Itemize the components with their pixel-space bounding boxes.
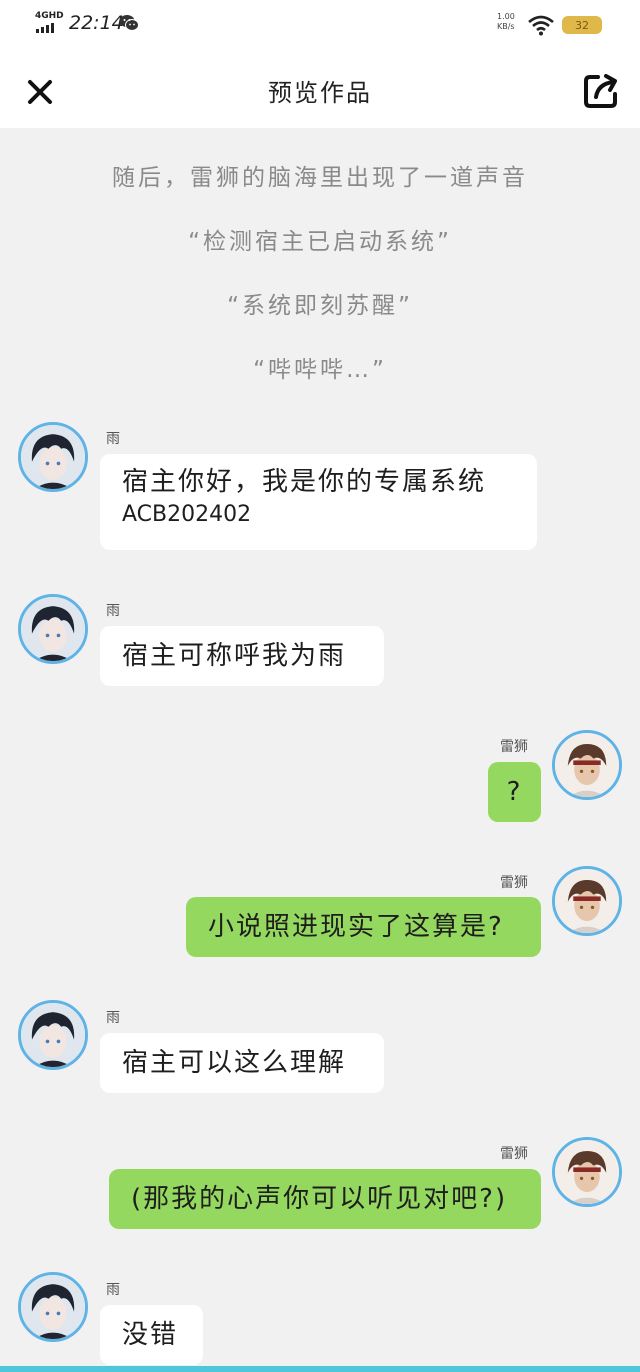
- message-bubble[interactable]: 宿主可以这么理解: [100, 1033, 384, 1093]
- narration-line: “系统即刻苏醒”: [227, 293, 413, 319]
- message-text: 宿主可以这么理解: [122, 1048, 347, 1078]
- sender-name: 雨: [106, 1282, 120, 1298]
- message-text: ?: [506, 777, 523, 807]
- message-bubble[interactable]: 宿主你好，我是你的专属系统 ACB202402: [100, 454, 537, 550]
- message-text: 没错: [122, 1320, 179, 1350]
- avatar-yu[interactable]: [18, 422, 88, 492]
- character-portrait: [555, 869, 619, 933]
- avatar-leishi[interactable]: [552, 866, 622, 936]
- message-text: (那我的心声你可以听见对吧?): [131, 1184, 508, 1214]
- bottom-toolbar-edge: [0, 1366, 640, 1372]
- sender-name: 雷狮: [500, 739, 528, 755]
- message-bubble[interactable]: 小说照进现实了这算是?: [186, 897, 541, 957]
- avatar-yu[interactable]: [18, 1272, 88, 1342]
- message-bubble[interactable]: 宿主可称呼我为雨: [100, 626, 384, 686]
- character-portrait: [555, 733, 619, 797]
- sender-name: 雨: [106, 1010, 120, 1026]
- signal-icon: [36, 23, 54, 33]
- character-portrait: [21, 1275, 85, 1339]
- message-text: 宿主你好，我是你的专属系统: [122, 467, 487, 497]
- network-type: 4GHD: [35, 11, 64, 21]
- status-bar: 4GHD 22:14 1.00 KB/s 32: [0, 0, 640, 56]
- message-text-line2: ACB202402: [122, 502, 252, 527]
- wechat-icon: [119, 15, 139, 31]
- message-bubble[interactable]: (那我的心声你可以听见对吧?): [109, 1169, 541, 1229]
- wifi-icon: [528, 15, 554, 36]
- narration-line: “哔哔哔…”: [253, 357, 387, 383]
- avatar-yu[interactable]: [18, 594, 88, 664]
- share-button[interactable]: [580, 70, 622, 112]
- narration-line: “检测宿主已启动系统”: [188, 229, 452, 255]
- sender-name: 雷狮: [500, 1146, 528, 1162]
- clock: 22:14: [69, 12, 124, 34]
- avatar-leishi[interactable]: [552, 730, 622, 800]
- share-icon: [584, 74, 617, 108]
- sender-name: 雨: [106, 603, 120, 619]
- battery-indicator: 32: [562, 16, 602, 34]
- message-bubble[interactable]: ?: [488, 762, 541, 822]
- narration-line: 随后，雷狮的脑海里出现了一道声音: [112, 165, 528, 191]
- character-portrait: [555, 1140, 619, 1204]
- page-title: 预览作品: [268, 79, 372, 107]
- message-text: 小说照进现实了这算是?: [208, 912, 504, 942]
- avatar-leishi[interactable]: [552, 1137, 622, 1207]
- title-bar: 预览作品: [0, 56, 640, 128]
- message-text: 宿主可称呼我为雨: [122, 641, 347, 671]
- sender-name: 雷狮: [500, 875, 528, 891]
- network-speed: 1.00 KB/s: [497, 12, 515, 32]
- speed-value: 1.00: [497, 12, 515, 21]
- speed-unit: KB/s: [497, 22, 515, 31]
- message-bubble[interactable]: 没错: [100, 1305, 203, 1365]
- character-portrait: [21, 597, 85, 661]
- avatar-yu[interactable]: [18, 1000, 88, 1070]
- character-portrait: [21, 1003, 85, 1067]
- sender-name: 雨: [106, 431, 120, 447]
- character-portrait: [21, 425, 85, 489]
